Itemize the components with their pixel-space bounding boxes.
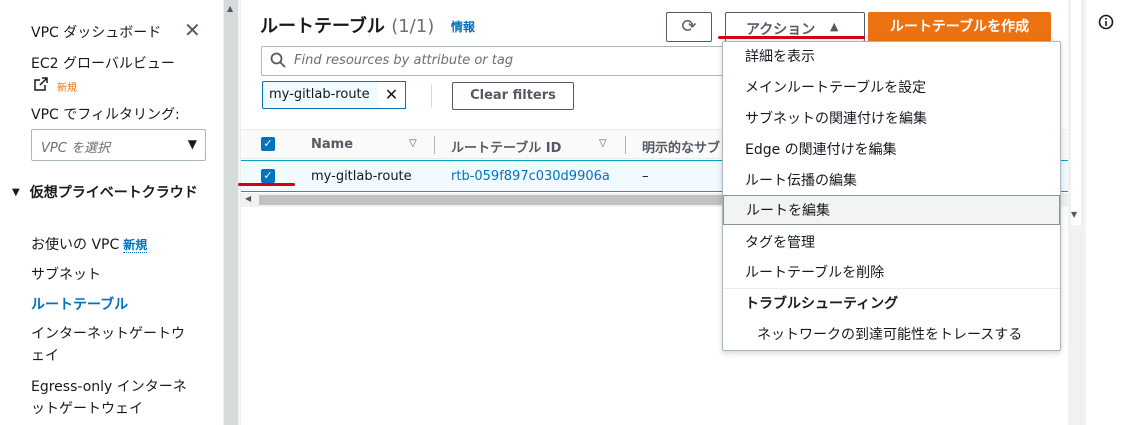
sidebar-item-your-vpcs[interactable]: お使いの VPC 新規	[31, 234, 201, 256]
cell-name: my-gitlab-route	[311, 169, 412, 184]
sidebar-item-egress-only-igw[interactable]: Egress-only インターネットゲートウェイ	[31, 376, 191, 420]
menu-item-edit-routes[interactable]: ルートを編集	[723, 195, 1060, 225]
menu-item-edit-edge-associations[interactable]: Edge の関連付けを編集	[723, 135, 1060, 165]
menu-item-manage-tags[interactable]: タグを管理	[723, 228, 1060, 258]
caret-down-icon: ▼	[12, 187, 20, 198]
search-input[interactable]: Find resources by attribute or tag	[261, 46, 731, 76]
search-icon	[270, 52, 286, 68]
column-header-id[interactable]: ルートテーブル ID	[451, 137, 561, 156]
column-resize-handle[interactable]	[625, 136, 626, 154]
menu-item-trace-reachability[interactable]: ネットワークの到達可能性をトレースする	[723, 320, 1060, 350]
sidebar-item-label: お使いの VPC	[31, 237, 120, 253]
menu-item-edit-route-propagation[interactable]: ルート伝播の編集	[723, 166, 1060, 196]
menu-item-view-details[interactable]: 詳細を表示	[723, 42, 1060, 72]
page-title: ルートテーブル (1/1)	[260, 12, 434, 38]
close-icon[interactable]: ✕	[184, 20, 201, 40]
sidebar-item-route-tables[interactable]: ルートテーブル	[31, 294, 201, 316]
menu-item-delete-route-table[interactable]: ルートテーブルを削除	[723, 258, 1060, 288]
menu-item-edit-subnet-associations[interactable]: サブネットの関連付けを編集	[723, 104, 1060, 134]
selection-count: (1/1)	[391, 16, 435, 37]
sidebar-section-vpc[interactable]: ▼ 仮想プライベートクラウド	[12, 182, 212, 204]
search-placeholder: Find resources by attribute or tag	[294, 53, 514, 68]
app-root: VPC ダッシュボード ✕ EC2 グローバルビュー 新規 VPC でフィルタリ…	[0, 0, 1124, 425]
new-badge: 新規	[123, 238, 148, 253]
filter-token-text: my-gitlab-route	[269, 87, 370, 102]
actions-dropdown-menu: 詳細を表示 メインルートテーブルを設定 サブネットの関連付けを編集 Edge の…	[722, 41, 1061, 351]
sidebar-title[interactable]: VPC ダッシュボード	[31, 22, 161, 42]
page-title-text: ルートテーブル	[260, 16, 385, 37]
scrollbar-thumb[interactable]	[1071, 0, 1081, 225]
column-header-explicit-subnet[interactable]: 明示的なサブ	[642, 137, 720, 156]
external-link-icon	[34, 77, 48, 95]
menu-item-set-main-route-table[interactable]: メインルートテーブルを設定	[723, 73, 1060, 103]
refresh-button[interactable]: ⟳	[666, 12, 712, 42]
sort-icon[interactable]: ▽	[599, 138, 607, 149]
scroll-up-icon[interactable]: ▲	[227, 4, 233, 13]
sidebar-section-label: 仮想プライベートクラウド	[29, 185, 198, 201]
sidebar-scrollbar[interactable]: ▲	[224, 0, 238, 425]
vpc-select[interactable]: VPC を選択 ▼	[31, 129, 206, 161]
caret-up-icon: ▲	[830, 20, 839, 33]
refresh-icon: ⟳	[681, 16, 697, 37]
annotation-underline	[718, 36, 865, 39]
scroll-left-icon[interactable]: ◀	[245, 194, 251, 203]
sidebar-item-internet-gateways[interactable]: インターネットゲートウェイ	[31, 323, 196, 367]
select-all-checkbox[interactable]: ✓	[261, 137, 275, 151]
column-header-name[interactable]: Name	[311, 137, 353, 152]
row-checkbox[interactable]: ✓	[261, 169, 275, 183]
cell-route-table-id[interactable]: rtb-059f897c030d9906a	[451, 169, 610, 184]
sidebar-item-global-view[interactable]: EC2 グローバルビュー	[31, 53, 175, 73]
vertical-scrollbar[interactable]: ▲ ▼	[1068, 0, 1084, 425]
remove-filter-icon[interactable]: ✕	[378, 81, 406, 109]
cell-explicit-subnet: –	[642, 169, 649, 184]
column-resize-handle[interactable]	[434, 136, 435, 154]
info-link[interactable]: 情報	[451, 18, 475, 35]
menu-group-troubleshooting: トラブルシューティング	[723, 288, 1060, 318]
new-badge: 新規	[57, 83, 77, 94]
vpc-filter-label: VPC でフィルタリング:	[31, 107, 180, 123]
caret-down-icon: ▼	[187, 137, 197, 151]
sidebar: VPC ダッシュボード ✕ EC2 グローバルビュー 新規 VPC でフィルタリ…	[0, 0, 224, 425]
annotation-underline	[238, 183, 295, 186]
sort-icon[interactable]: ▽	[409, 138, 417, 149]
create-route-table-button[interactable]: ルートテーブルを作成	[868, 12, 1051, 42]
clear-filters-button[interactable]: Clear filters	[452, 82, 574, 110]
scroll-down-icon[interactable]: ▼	[1071, 210, 1077, 219]
info-icon[interactable]	[1098, 14, 1114, 30]
filter-token[interactable]: my-gitlab-route ✕	[262, 81, 406, 109]
vpc-select-placeholder: VPC を選択	[41, 141, 110, 156]
divider	[431, 84, 432, 108]
sidebar-item-subnets[interactable]: サブネット	[31, 264, 201, 286]
